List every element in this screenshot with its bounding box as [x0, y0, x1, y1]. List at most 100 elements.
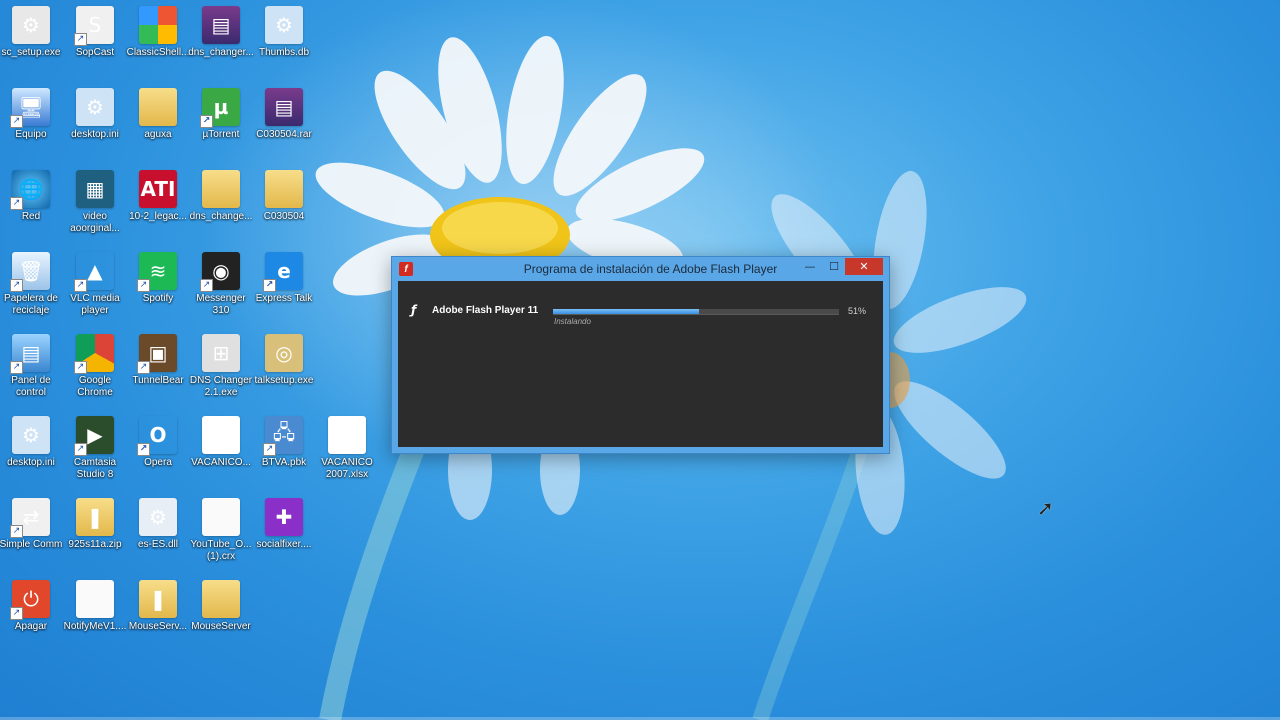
maximize-button[interactable]: ☐ — [823, 258, 845, 275]
desktop-icon-label: Equipo — [15, 129, 47, 140]
mouse-cursor-icon: ➚ — [1037, 496, 1054, 520]
flash-installer-window: f Programa de instalación de Adobe Flash… — [391, 256, 890, 454]
chrome-icon — [74, 334, 114, 374]
spotify-icon: ≋ — [137, 252, 177, 292]
desktop-icon-label: NotifyMeV1.... — [63, 621, 127, 632]
desktop-icon[interactable]: ⚙ desktop.ini — [0, 416, 63, 469]
sopcast-icon: S — [74, 6, 114, 46]
gear-file-icon: ⚙ — [265, 6, 303, 44]
utorrent-icon: µ — [200, 88, 240, 128]
excel-icon: X — [328, 416, 366, 454]
video-file-icon: ▦ — [76, 170, 114, 208]
desktop-icon[interactable]: X VACANICO... — [189, 416, 253, 469]
desktop-icon-label: 10-2_legac... — [129, 211, 187, 222]
desktop-icon-label: dns_change... — [189, 211, 253, 222]
express-talk-icon: e — [263, 252, 303, 292]
gear-file-icon: ⚙ — [12, 416, 50, 454]
flash-player-icon: ƒ — [411, 303, 417, 317]
desktop-icon[interactable]: OOpera — [126, 416, 190, 469]
desktop-icon-label: SopCast — [75, 47, 115, 58]
close-button[interactable]: ✕ — [845, 258, 883, 275]
desktop-icon[interactable]: ⚙ desktop.ini — [63, 88, 127, 141]
window-titlebar[interactable]: f Programa de instalación de Adobe Flash… — [392, 257, 889, 281]
winrar-icon: ▤ — [265, 88, 303, 126]
desktop-icon[interactable]: ▶Camtasia Studio 8 — [63, 416, 127, 481]
product-name: Adobe Flash Player 11 — [432, 305, 539, 316]
network-globe-icon: 🌐 — [10, 170, 50, 210]
desktop-icon[interactable]: ⚙ Thumbs.db — [252, 6, 316, 59]
desktop-icon[interactable]: Google Chrome — [63, 334, 127, 399]
desktop-icon[interactable]: ▤Panel de control — [0, 334, 63, 399]
desktop-icon-label: Google Chrome — [77, 375, 113, 398]
excel-icon: X — [202, 416, 240, 454]
desktop-icon-label: desktop.ini — [71, 129, 119, 140]
desktop-icon-label: Opera — [144, 457, 172, 468]
folder-icon — [202, 170, 240, 208]
desktop-icon[interactable]: ▦ video aoorginal... — [63, 170, 127, 235]
desktop-icon[interactable]: 🗑Papelera de reciclaje — [0, 252, 63, 317]
desktop-icon[interactable]: ⚙ es-ES.dll — [126, 498, 190, 551]
desktop-icon[interactable]: ≋Spotify — [126, 252, 190, 305]
desktop-icon[interactable]: dns_change... — [189, 170, 253, 223]
desktop-icon[interactable]: 🖧BTVA.pbk — [252, 416, 316, 469]
desktop-icon[interactable]: ⊞ DNS Changer 2.1.exe — [189, 334, 253, 399]
minimize-button[interactable]: — — [797, 258, 823, 275]
desktop-icon-label: MouseServ... — [128, 621, 188, 632]
zip-folder-icon: ❚ — [76, 498, 114, 536]
desktop-icon-label: DNS Changer 2.1.exe — [189, 375, 253, 398]
desktop-icon-label: es-ES.dll — [137, 539, 178, 550]
desktop-icon-label: C030504.rar — [256, 129, 312, 140]
desktop-icon[interactable]: ClassicShell... — [126, 6, 190, 59]
opera-icon: O — [137, 416, 177, 456]
desktop-icon-label: Papelera de reciclaje — [4, 293, 58, 316]
desktop-icon[interactable]: ATI 10-2_legac... — [126, 170, 190, 223]
desktop-icon[interactable]: µµTorrent — [189, 88, 253, 141]
desktop-icon[interactable]: 🌐Red — [0, 170, 63, 223]
desktop-icon-label: desktop.ini — [7, 457, 55, 468]
desktop-icon[interactable]: ❚ MouseServ... — [126, 580, 190, 633]
desktop-icon-label: Spotify — [142, 293, 174, 304]
desktop-icon[interactable]: ⇄Simple Comm — [0, 498, 63, 551]
desktop-icon[interactable]: ▤ C030504.rar — [252, 88, 316, 141]
setup-disc-icon: ◎ — [265, 334, 303, 372]
desktop-icon[interactable]: C030504 — [252, 170, 316, 223]
desktop-icon[interactable]: eExpress Talk — [252, 252, 316, 305]
desktop-icon[interactable]: MouseServer — [189, 580, 253, 633]
desktop-icon[interactable]: ▣TunnelBear — [126, 334, 190, 387]
desktop-icon[interactable]: ⚙ sc_setup.exe — [0, 6, 63, 59]
desktop-icon[interactable]: SSopCast — [63, 6, 127, 59]
ati-icon: ATI — [139, 170, 177, 208]
desktop-icon-label: 925s11a.zip — [68, 539, 122, 550]
desktop-icon[interactable]: ❚ 925s11a.zip — [63, 498, 127, 551]
desktop-icon-label: talksetup.exe — [254, 375, 314, 386]
desktop-icon-label: Apagar — [14, 621, 48, 632]
desktop-icon[interactable]: ⏻Apagar — [0, 580, 63, 633]
desktop-icon-label: Simple Comm — [0, 539, 63, 550]
desktop-icon[interactable]: ◎ talksetup.exe — [252, 334, 316, 387]
desktop-icon[interactable]: ◉Messenger 310 — [189, 252, 253, 317]
desktop-icon[interactable]: YouTube_O... (1).crx — [189, 498, 253, 563]
install-progress-fill — [553, 309, 699, 314]
desktop-icon[interactable]: ▤ dns_changer... — [188, 6, 254, 59]
desktop-icon-label: BTVA.pbk — [261, 457, 307, 468]
dll-gear-icon: ⚙ — [139, 498, 177, 536]
folder-icon — [202, 580, 240, 618]
desktop-icon-label: video aoorginal... — [70, 211, 120, 234]
desktop-icon-label: Thumbs.db — [258, 47, 310, 58]
desktop-icon-label: Messenger 310 — [196, 293, 246, 316]
desktop-icon[interactable]: NotifyMeV1.... — [63, 580, 127, 633]
progress-percent-label: 51% — [848, 306, 867, 316]
exe-icon: ⚙ — [12, 6, 50, 44]
desktop-icon[interactable]: X VACANICO 2007.xlsx — [315, 416, 379, 481]
desktop-icon[interactable]: aguxa — [126, 88, 190, 141]
desktop-icon-label: sc_setup.exe — [1, 47, 61, 58]
install-status-text: Instalando — [554, 317, 591, 326]
desktop-icon-label: socialfixer.... — [256, 539, 312, 550]
desktop-icon-label: aguxa — [144, 129, 172, 140]
window-title: Programa de instalación de Adobe Flash P… — [523, 262, 778, 276]
simple-comm-icon: ⇄ — [10, 498, 50, 538]
desktop-icon[interactable]: ✚ socialfixer.... — [252, 498, 316, 551]
folder-icon — [265, 170, 303, 208]
desktop-icon[interactable]: ▲VLC media player — [63, 252, 127, 317]
desktop-icon[interactable]: 🖥Equipo — [0, 88, 63, 141]
